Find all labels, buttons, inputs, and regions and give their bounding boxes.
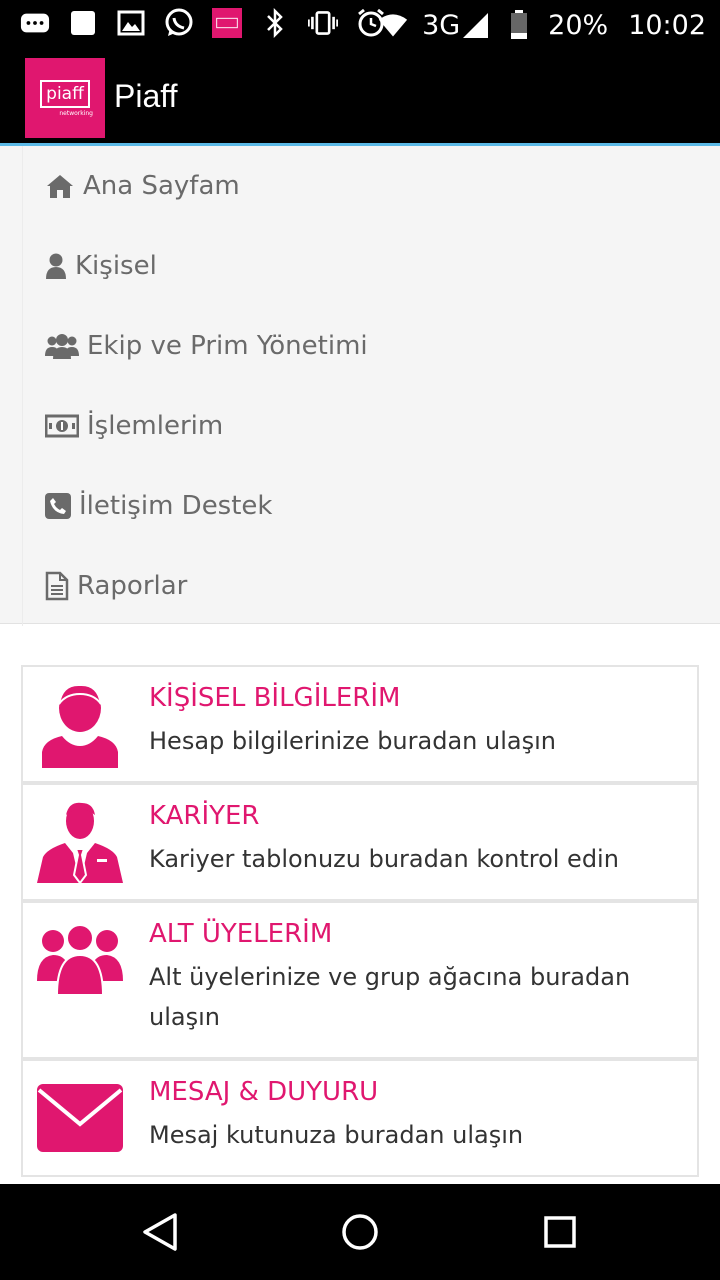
signal-icon <box>460 10 490 40</box>
wifi-icon <box>378 10 408 40</box>
menu-item-label: İletişim Destek <box>79 491 273 521</box>
money-icon <box>45 411 79 441</box>
recents-icon[interactable] <box>540 1212 580 1252</box>
menu-item-label: Ana Sayfam <box>83 171 240 201</box>
card-kisisel-bilgilerim[interactable]: KİŞİSEL BİLGİLERİM Hesap bilgilerinize b… <box>21 665 699 783</box>
home-circle-icon[interactable] <box>340 1212 380 1252</box>
menu-item-label: İşlemlerim <box>87 411 224 441</box>
user-icon <box>45 251 67 281</box>
bbm-icon <box>20 8 50 38</box>
envelope-icon <box>35 1073 125 1163</box>
clock: 10:02 <box>628 9 706 41</box>
piaff-notification-icon <box>212 8 242 38</box>
menu-item-ana-sayfam[interactable]: Ana Sayfam <box>22 146 720 226</box>
menu-item-islemlerim[interactable]: İşlemlerim <box>22 386 720 466</box>
user-avatar-icon <box>35 679 125 769</box>
status-bar: 3G 20% 10:02 <box>0 0 720 50</box>
home-icon <box>45 171 75 201</box>
menu-item-iletisim-destek[interactable]: İletişim Destek <box>22 466 720 546</box>
card-title: MESAJ & DUYURU <box>149 1077 379 1107</box>
bluetooth-icon <box>260 8 290 38</box>
system-status: 3G 20% 10:02 <box>378 6 706 44</box>
image-icon <box>116 8 146 38</box>
card-alt-uyelerim[interactable]: ALT ÜYELERİM Alt üyelerinize ve grup ağa… <box>21 901 699 1059</box>
logo-text: piaff <box>40 79 90 108</box>
menu-item-label: Raporlar <box>77 571 188 601</box>
businessman-icon <box>35 797 125 887</box>
whatsapp-icon <box>164 8 194 38</box>
card-kariyer[interactable]: KARİYER Kariyer tablonuzu buradan kontro… <box>21 783 699 901</box>
back-icon[interactable] <box>140 1212 180 1252</box>
notification-icons <box>20 8 386 38</box>
card-description: Kariyer tablonuzu buradan kontrol edin <box>149 845 619 873</box>
logo-subtext: networking <box>59 109 93 117</box>
app-logo[interactable]: piaff networking <box>25 58 105 138</box>
card-description: Hesap bilgilerinize buradan ulaşın <box>149 727 556 755</box>
battery-percent: 20% <box>548 9 609 41</box>
document-icon <box>45 571 69 601</box>
card-title: ALT ÜYELERİM <box>149 919 333 949</box>
vibrate-icon <box>308 8 338 38</box>
card-description: Alt üyelerinize ve grup ağacına buradan … <box>149 963 631 1031</box>
menu-item-ekip-prim[interactable]: Ekip ve Prim Yönetimi <box>22 306 720 386</box>
app-title: Piaff <box>114 78 178 114</box>
card-title: KARİYER <box>149 801 260 831</box>
menu-item-kisisel[interactable]: Kişisel <box>22 226 720 306</box>
battery-icon <box>504 10 534 40</box>
phone-icon <box>45 491 71 521</box>
square-icon <box>68 8 98 38</box>
card-title: KİŞİSEL BİLGİLERİM <box>149 683 401 713</box>
card-description: Mesaj kutunuza buradan ulaşın <box>149 1121 524 1149</box>
app-bar: piaff networking Piaff <box>0 50 720 145</box>
card-mesaj-duyuru[interactable]: MESAJ & DUYURU Mesaj kutunuza buradan ul… <box>21 1059 699 1177</box>
navigation-bar <box>0 1184 720 1280</box>
group-icon <box>35 915 125 1005</box>
network-type: 3G <box>422 9 461 41</box>
side-menu: Ana Sayfam Kişisel Ekip ve Prim Yönetimi… <box>0 146 720 626</box>
menu-item-label: Ekip ve Prim Yönetimi <box>87 331 368 361</box>
menu-item-label: Kişisel <box>75 251 157 281</box>
users-icon <box>45 331 79 361</box>
menu-item-raporlar[interactable]: Raporlar <box>22 546 720 626</box>
